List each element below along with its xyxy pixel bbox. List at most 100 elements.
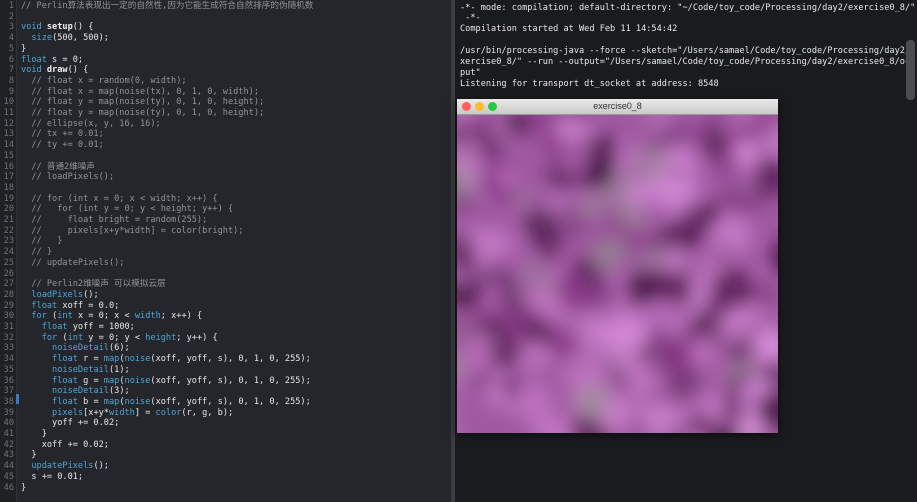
code-text: float r = map(noise(xoff, yoff, s), 0, 1…	[21, 354, 311, 365]
minimize-button[interactable]	[475, 102, 484, 111]
code-token: // for (int x = 0; x < width; x++) {	[21, 193, 218, 204]
line-number: 15	[3, 150, 14, 161]
window-titlebar[interactable]: exercise0_8	[457, 99, 778, 115]
code-token: pixels	[52, 407, 84, 418]
line-number: 12	[3, 118, 14, 129]
noise-blob	[498, 376, 522, 400]
noise-blob	[560, 316, 581, 337]
line-number: 7	[8, 65, 14, 76]
noise-blob	[476, 374, 493, 391]
code-token: xoff += 0.02;	[21, 439, 109, 450]
noise-blob	[610, 317, 649, 356]
line-number: 20	[3, 204, 14, 215]
code-text: // updatePixels();	[21, 258, 124, 269]
code-text: // loadPixels();	[21, 172, 114, 183]
code-text: // }	[21, 236, 62, 247]
window-title: exercise0_8	[593, 101, 642, 111]
code-token: // tx += 0.01;	[21, 129, 104, 140]
line-number: 6	[8, 54, 14, 65]
code-token: r =	[83, 354, 104, 365]
code-token: yoff += 0.02;	[21, 418, 120, 429]
code-token: // Perlin2维噪声 可以模拟云层	[21, 279, 166, 290]
noise-blob	[691, 124, 714, 146]
code-text: // float x = map(noise(tx), 0, 1, 0, wid…	[21, 87, 259, 98]
code-token: ] =	[134, 407, 156, 418]
line-number: 10	[3, 97, 14, 108]
code-token: ();	[93, 461, 109, 472]
noise-blob	[524, 289, 550, 315]
line-number: 38	[3, 396, 14, 407]
code-token: width	[134, 311, 161, 322]
line-number: 37	[3, 386, 14, 397]
code-token: for	[31, 311, 53, 322]
noise-blob	[654, 334, 694, 374]
line-number: 45	[3, 471, 14, 482]
code-text: noiseDetail(3);	[21, 386, 130, 397]
noise-blob	[671, 166, 684, 179]
code-text: size(500, 500);	[21, 33, 109, 44]
line-number: 42	[3, 439, 14, 450]
line-number: 44	[3, 461, 14, 472]
code-text: float b = map(noise(xoff, yoff, s), 0, 1…	[21, 397, 311, 408]
code-text: noiseDetail(1);	[21, 365, 130, 376]
code-token: loadPixels	[31, 289, 84, 300]
code-text: // for (int y = 0; y < height; y++) {	[21, 204, 233, 215]
line-number: 26	[3, 268, 14, 279]
noise-blob	[612, 142, 644, 174]
code-token: setup	[46, 22, 73, 33]
code-text: float g = map(noise(xoff, yoff, s), 0, 1…	[21, 376, 311, 387]
zoom-button[interactable]	[488, 102, 497, 111]
noise-blob	[578, 194, 605, 221]
code-token: updatePixels	[31, 461, 94, 472]
noise-blob	[600, 400, 633, 433]
noise-blob	[497, 339, 526, 368]
line-number: 27	[3, 279, 14, 290]
code-text: // tx += 0.01;	[21, 129, 104, 140]
code-text: s += 0.01;	[21, 472, 83, 483]
line-number: 23	[3, 236, 14, 247]
code-text: }	[21, 44, 26, 55]
code-token: map	[103, 375, 120, 386]
code-token: // 普通2维噪声	[21, 161, 96, 172]
code-token: draw	[46, 65, 68, 76]
line-number: 24	[3, 247, 14, 258]
code-token: map	[103, 354, 120, 365]
code-token: x = 0; x <	[77, 311, 135, 322]
noise-blob	[732, 138, 761, 167]
code-token: float	[21, 54, 53, 65]
code-token: // }	[21, 247, 53, 258]
code-token: float	[52, 354, 84, 365]
code-token: noise	[124, 396, 151, 407]
code-text: float s = 0;	[21, 55, 83, 66]
code-token: noiseDetail	[52, 364, 109, 375]
line-number: 31	[3, 322, 14, 332]
noise-blob	[624, 269, 660, 305]
code-token: // updatePixels();	[21, 257, 125, 268]
close-button[interactable]	[462, 102, 471, 111]
noise-blob	[502, 276, 518, 292]
line-number: 30	[3, 311, 14, 322]
line-number: 43	[3, 450, 14, 461]
sketch-window[interactable]: exercise0_8	[457, 99, 778, 433]
code-token: // ty += 0.01;	[21, 140, 104, 151]
code-token: height	[145, 332, 177, 343]
code-token: yoff = 1000;	[72, 322, 135, 332]
code-text: }	[21, 450, 36, 461]
code-text: pixels[x+y*width] = color(r, g, b);	[21, 408, 233, 419]
terminal-line: put"	[460, 68, 481, 78]
terminal-line: xercise0_8/" --run --output="/Users/sama…	[460, 57, 916, 67]
code-token: void	[21, 22, 47, 33]
terminal-scrollbar[interactable]	[906, 40, 915, 100]
terminal-line: -*- mode: compilation; default-directory…	[460, 3, 916, 13]
noise-blob	[558, 212, 577, 231]
code-token: // for (int y = 0; y < height; y++) {	[21, 204, 234, 215]
code-editor[interactable]: 1 // Perlin算法表现出一定的自然性,因为它能生成符合自然排序的伪随机数 2…	[0, 0, 451, 502]
